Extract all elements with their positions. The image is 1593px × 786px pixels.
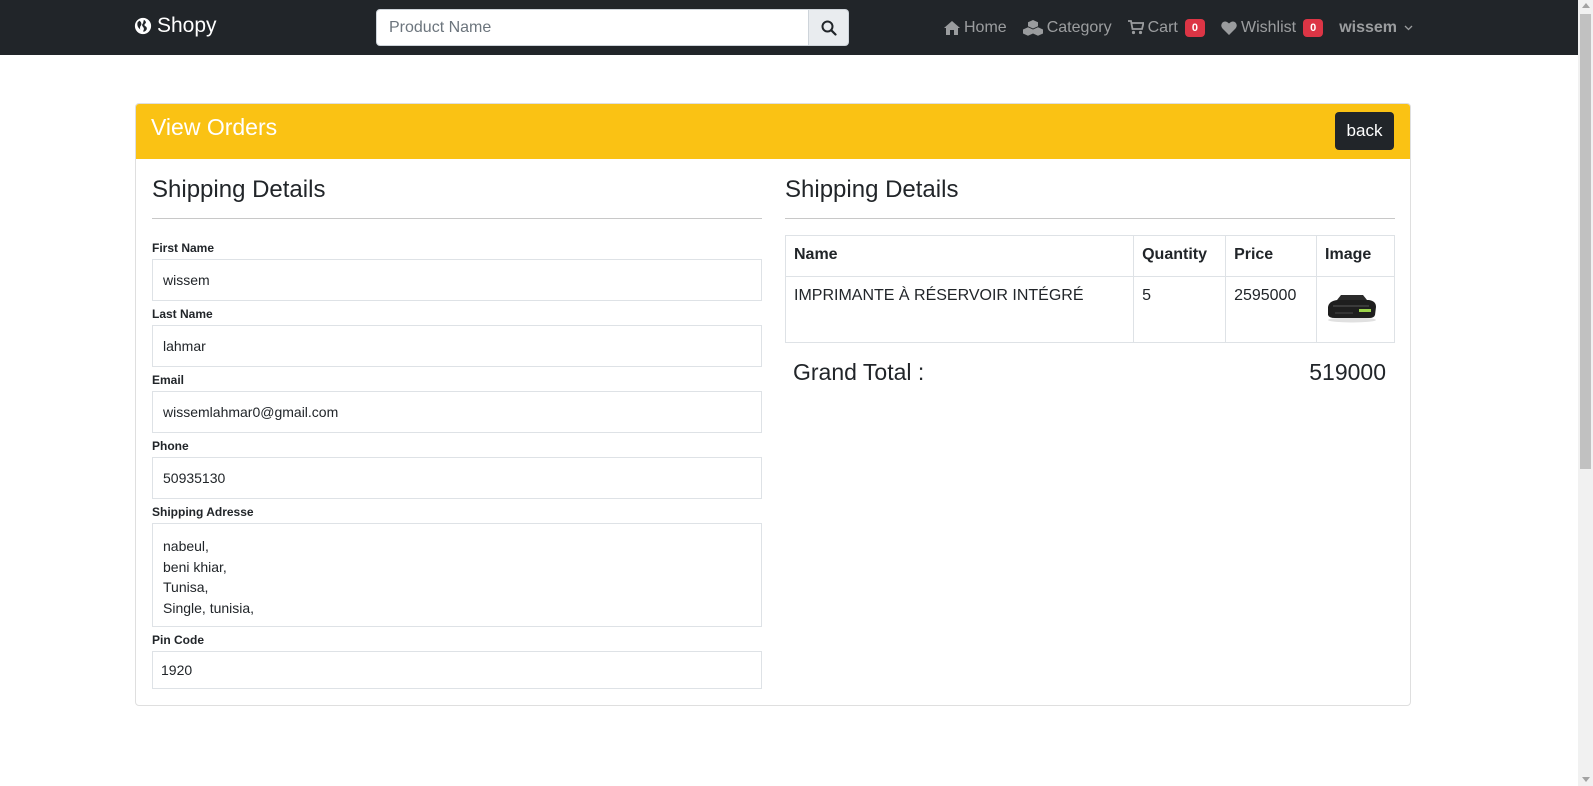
page-scrollbar[interactable]: [1578, 0, 1593, 786]
phone-field[interactable]: 50935130: [152, 457, 762, 499]
brand-name: Shopy: [157, 14, 217, 37]
address-label: Shipping Adresse: [152, 505, 254, 519]
brand-link[interactable]: Shopy: [134, 14, 217, 38]
scroll-thumb[interactable]: [1580, 14, 1591, 469]
column-header-price: Price: [1225, 235, 1318, 277]
chevron-down-icon: [1404, 25, 1413, 30]
last-name-field[interactable]: lahmar: [152, 325, 762, 367]
column-header-quantity: Quantity: [1133, 235, 1227, 277]
address-line: Tunisa,: [163, 579, 209, 595]
search-bar: [376, 9, 849, 46]
search-input[interactable]: [376, 9, 809, 46]
wishlist-count-badge: 0: [1303, 18, 1324, 37]
address-line: nabeul,: [163, 538, 209, 554]
back-button[interactable]: back: [1335, 112, 1394, 150]
search-button[interactable]: [809, 9, 849, 46]
divider: [785, 218, 1395, 219]
address-line: beni khiar,: [163, 558, 227, 575]
nav-wishlist-label: Wishlist: [1240, 18, 1297, 36]
search-icon: [821, 20, 837, 36]
page-title: View Orders: [151, 114, 278, 140]
grand-total-value: 519000: [1309, 359, 1386, 385]
column-header-image: Image: [1316, 235, 1395, 277]
product-price: 2595000: [1225, 276, 1318, 343]
address-line: Single, tunisia,: [163, 599, 255, 616]
nav-category-label: Category: [1046, 18, 1112, 36]
email-field[interactable]: wissemlahmar0@gmail.com: [152, 391, 762, 433]
cart-icon: [1127, 20, 1144, 35]
grand-total-label: Grand Total :: [793, 359, 925, 385]
nav-cart-label: Cart: [1147, 18, 1178, 36]
pin-code-field[interactable]: 1920: [152, 651, 762, 689]
user-name: wissem: [1339, 18, 1398, 36]
first-name-label: First Name: [152, 241, 215, 255]
shipping-details-title: Shipping Details: [152, 176, 326, 203]
table-row: IMPRIMANTE À RÉSERVOIR INTÉGRÉ 5 2595000: [784, 276, 1395, 343]
nav-category[interactable]: Category: [1022, 18, 1112, 37]
first-name-field[interactable]: wissem: [152, 259, 762, 301]
home-icon: [944, 20, 960, 35]
pin-code-label: Pin Code: [152, 633, 205, 647]
product-image-cell: [1316, 276, 1395, 343]
product-name: IMPRIMANTE À RÉSERVOIR INTÉGRÉ: [784, 276, 1135, 343]
nav-cart[interactable]: Cart 0: [1127, 18, 1205, 37]
printer-image: [1328, 295, 1377, 323]
table-header-row: Name Quantity Price Image: [784, 235, 1395, 277]
column-header-name: Name: [784, 235, 1135, 277]
cart-count-badge: 0: [1184, 18, 1205, 37]
divider: [152, 218, 762, 219]
nav-home[interactable]: Home: [944, 19, 1007, 37]
order-details-title: Shipping Details: [785, 176, 959, 203]
orders-card: View Orders back Shipping Details First …: [135, 103, 1411, 706]
globe-icon: [134, 17, 152, 35]
user-menu[interactable]: wissem: [1339, 19, 1413, 37]
cubes-icon: [1022, 19, 1043, 36]
scroll-up-arrow[interactable]: [1582, 3, 1590, 8]
navbar: Shopy Home Category: [0, 0, 1578, 55]
card-header: View Orders back: [136, 104, 1410, 159]
nav-home-label: Home: [964, 18, 1007, 36]
order-table: Name Quantity Price Image IMPRIMANTE À R…: [784, 235, 1395, 343]
phone-label: Phone: [152, 439, 189, 453]
address-field[interactable]: nabeul, beni khiar, Tunisa, Single, tuni…: [152, 523, 762, 627]
email-label: Email: [152, 373, 185, 387]
nav-wishlist[interactable]: Wishlist 0: [1221, 18, 1324, 37]
product-quantity: 5: [1133, 276, 1227, 343]
last-name-label: Last Name: [152, 307, 213, 321]
heart-icon: [1221, 20, 1237, 35]
scroll-down-arrow[interactable]: [1582, 777, 1590, 782]
nav-links: Home Category Cart 0 Wishlist 0 wissem: [944, 0, 1413, 55]
